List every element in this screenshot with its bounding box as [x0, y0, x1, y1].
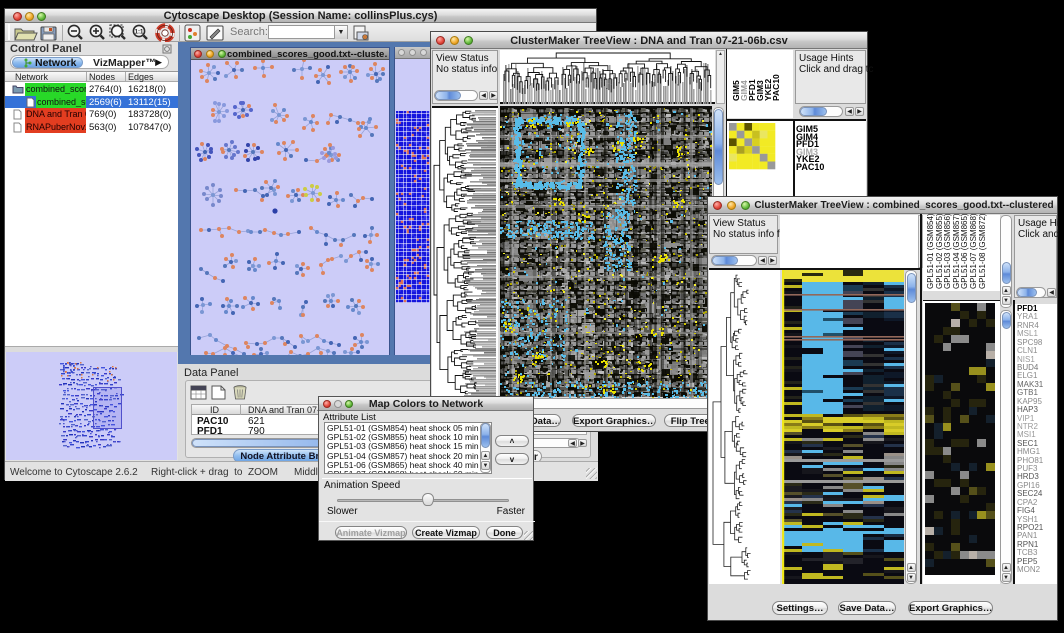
- svg-text:1:1: 1:1: [135, 30, 144, 36]
